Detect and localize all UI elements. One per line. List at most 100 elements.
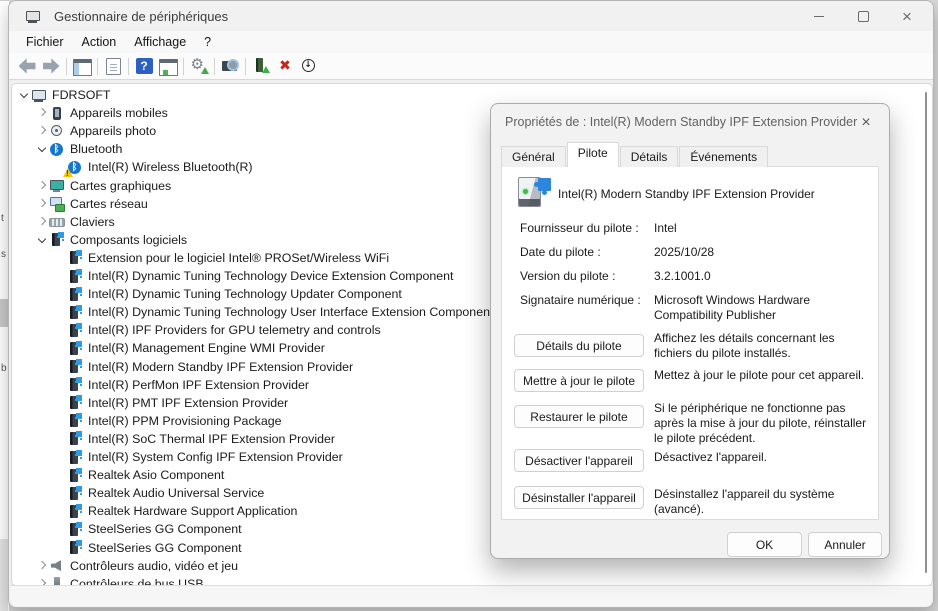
forward-button[interactable] [39,55,63,77]
driver-tab-panel: Intel(R) Modern Standby IPF Extension Pr… [501,166,879,520]
warning-icon [63,167,73,178]
details-du-pilote-button[interactable]: Détails du pilote [514,334,644,357]
mettre-a-jour-le-pilote-button[interactable]: Mettre à jour le pilote [514,369,644,392]
tree-item-label: Claviers [70,214,115,229]
tree-item-controleurs-audio-video-et-jeu[interactable]: Contrôleurs audio, vidéo et jeu [12,557,922,575]
tree-item-label: Intel(R) PMT IPF Extension Provider [88,395,289,410]
computer-icon [31,88,47,103]
tree-item-label: FDRSOFT [52,88,111,102]
chevron-right-icon[interactable] [35,106,49,120]
tree-scrollbar[interactable] [925,92,927,573]
restaurer-le-pilote-description: Si le périphérique ne fonctionne pas apr… [654,401,867,445]
back-icon [18,58,36,74]
software-icon [67,322,83,338]
update-driver-button[interactable] [187,55,211,77]
properties-button[interactable] [101,55,125,77]
field-label-date-du-pilote: Date du pilote : [520,245,601,259]
toolbar-separator [66,57,67,75]
tree-item-label: Intel(R) Dynamic Tuning Technology Updat… [88,287,402,302]
desactiver-l-appareil-button[interactable]: Désactiver l'appareil [514,449,644,472]
tree-item-label: Appareils mobiles [70,106,168,121]
dialog-title: Propriétés de : Intel(R) Modern Standby … [505,115,858,129]
device-name: Intel(R) Modern Standby IPF Extension Pr… [558,187,815,201]
chevron-down-icon[interactable] [17,88,31,102]
uninstall-icon [277,58,294,74]
mettre-a-jour-le-pilote-description: Mettez à jour le pilote pour cet apparei… [654,368,865,382]
dialog-tabs: Général Pilote Détails Événements [501,142,769,167]
bluetooth-icon [49,142,65,157]
network-icon [49,196,65,213]
software-icon [67,377,83,392]
tree-item-label: Intel(R) Dynamic Tuning Technology User … [88,305,494,320]
software-icon [67,286,83,302]
software-icon [67,485,83,501]
menu-action[interactable]: Action [73,33,126,51]
scan-hardware-button[interactable] [218,55,242,77]
software-icon [67,268,83,284]
software-icon [67,304,83,320]
tree-item-label: Intel(R) PerfMon IPF Extension Provider [88,377,310,392]
software-icon [67,503,83,519]
toolbar-separator [128,57,129,75]
console-tree-button[interactable] [70,55,94,77]
chevron-right-icon[interactable] [35,559,49,573]
chevron-down-icon[interactable] [35,142,49,156]
tree-item-label: Cartes graphiques [70,178,172,193]
chevron-right-icon[interactable] [35,179,49,193]
desinstaller-l-appareil-button[interactable]: Désinstaller l'appareil [514,486,644,509]
gpu-icon [49,178,65,193]
bluetooth-icon [63,160,83,178]
tab-details[interactable]: Détails [619,146,679,167]
close-button[interactable] [885,1,929,31]
tree-item-label: Contrôleurs audio, vidéo et jeu [70,558,239,573]
dialog-close-icon[interactable]: × [855,112,877,134]
tree-item-label: Extension pour le logiciel Intel® PROSet… [88,250,390,265]
minimize-button[interactable] [797,1,841,31]
field-value-date-du-pilote: 2025/10/28 [654,245,715,259]
audio-icon [49,558,65,573]
chevron-right-icon[interactable] [35,197,49,211]
console-tree-icon [72,58,92,76]
action-pane-button[interactable] [156,55,180,77]
background-fragment [0,539,8,611]
toolbar-separator [214,57,215,75]
add-driver-button[interactable] [249,55,273,77]
help-button[interactable] [132,55,156,77]
chevron-down-icon[interactable] [35,233,49,247]
disable-icon [301,58,318,74]
device-manager-app-icon [25,9,46,24]
software-icon [67,540,83,555]
menu-fichier[interactable]: Fichier [17,33,73,51]
restaurer-le-pilote-button[interactable]: Restaurer le pilote [514,405,644,428]
software-icon [67,395,83,410]
tab-evenements[interactable]: Événements [679,146,769,167]
device-icon [516,176,552,208]
back-button[interactable] [15,55,39,77]
software-icon [67,340,83,356]
tree-item-label: Bluetooth [70,142,123,157]
menu-affichage[interactable]: Affichage [125,33,195,51]
field-label-signataire-numerique: Signataire numérique : [520,293,641,307]
tree-item-label: Intel(R) Dynamic Tuning Technology Devic… [88,269,454,283]
chevron-right-icon[interactable] [35,215,49,229]
disable-button[interactable] [297,55,321,77]
tree-item-label: SteelSeries GG Component [88,522,242,537]
maximize-button[interactable] [841,1,885,31]
tree-item-fdrsoft[interactable]: FDRSOFT [12,86,922,104]
toolbar [9,53,933,80]
software-icon [67,359,83,374]
uninstall-button[interactable] [273,55,297,77]
tree-item-label: Composants logiciels [70,232,188,247]
software-icon [67,521,83,537]
mobile-icon [49,106,65,121]
tab-pilote[interactable]: Pilote [566,142,619,167]
toolbar-separator [245,57,246,75]
tab-general[interactable]: Général [501,146,566,167]
cancel-button[interactable]: Annuler [808,532,882,557]
keyboard-icon [49,214,65,229]
tree-item-label: Intel(R) PPM Provisioning Package [88,413,282,428]
chevron-right-icon[interactable] [35,124,49,138]
menu-aide[interactable]: ? [195,33,220,51]
desinstaller-l-appareil-description: Désinstallez l'appareil du système (avan… [654,487,835,516]
ok-button[interactable]: OK [727,532,802,557]
